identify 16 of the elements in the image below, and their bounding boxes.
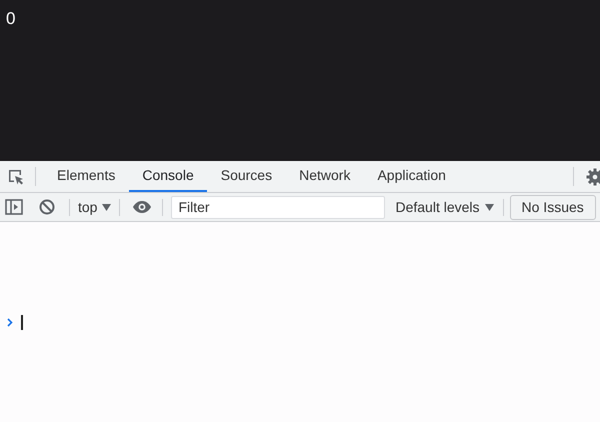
caret-icon (102, 204, 112, 210)
text-cursor (21, 314, 22, 330)
prompt-icon (7, 318, 13, 326)
issues-button[interactable]: No Issues (510, 194, 596, 220)
levels-dropdown[interactable]: Default levels (391, 196, 498, 218)
context-dropdown[interactable]: top (74, 196, 116, 218)
caret-icon (484, 204, 494, 210)
clear-icon[interactable] (39, 199, 55, 215)
tab[interactable]: Sources (208, 161, 286, 192)
tab[interactable]: Network (286, 161, 364, 192)
page-text: 0 (6, 9, 16, 28)
tab[interactable]: Application (364, 161, 459, 192)
sidebar-icon[interactable] (5, 199, 23, 215)
filter-field[interactable]: Filter (171, 196, 386, 218)
eye-icon[interactable] (132, 200, 152, 214)
tab[interactable]: Elements (44, 161, 128, 192)
